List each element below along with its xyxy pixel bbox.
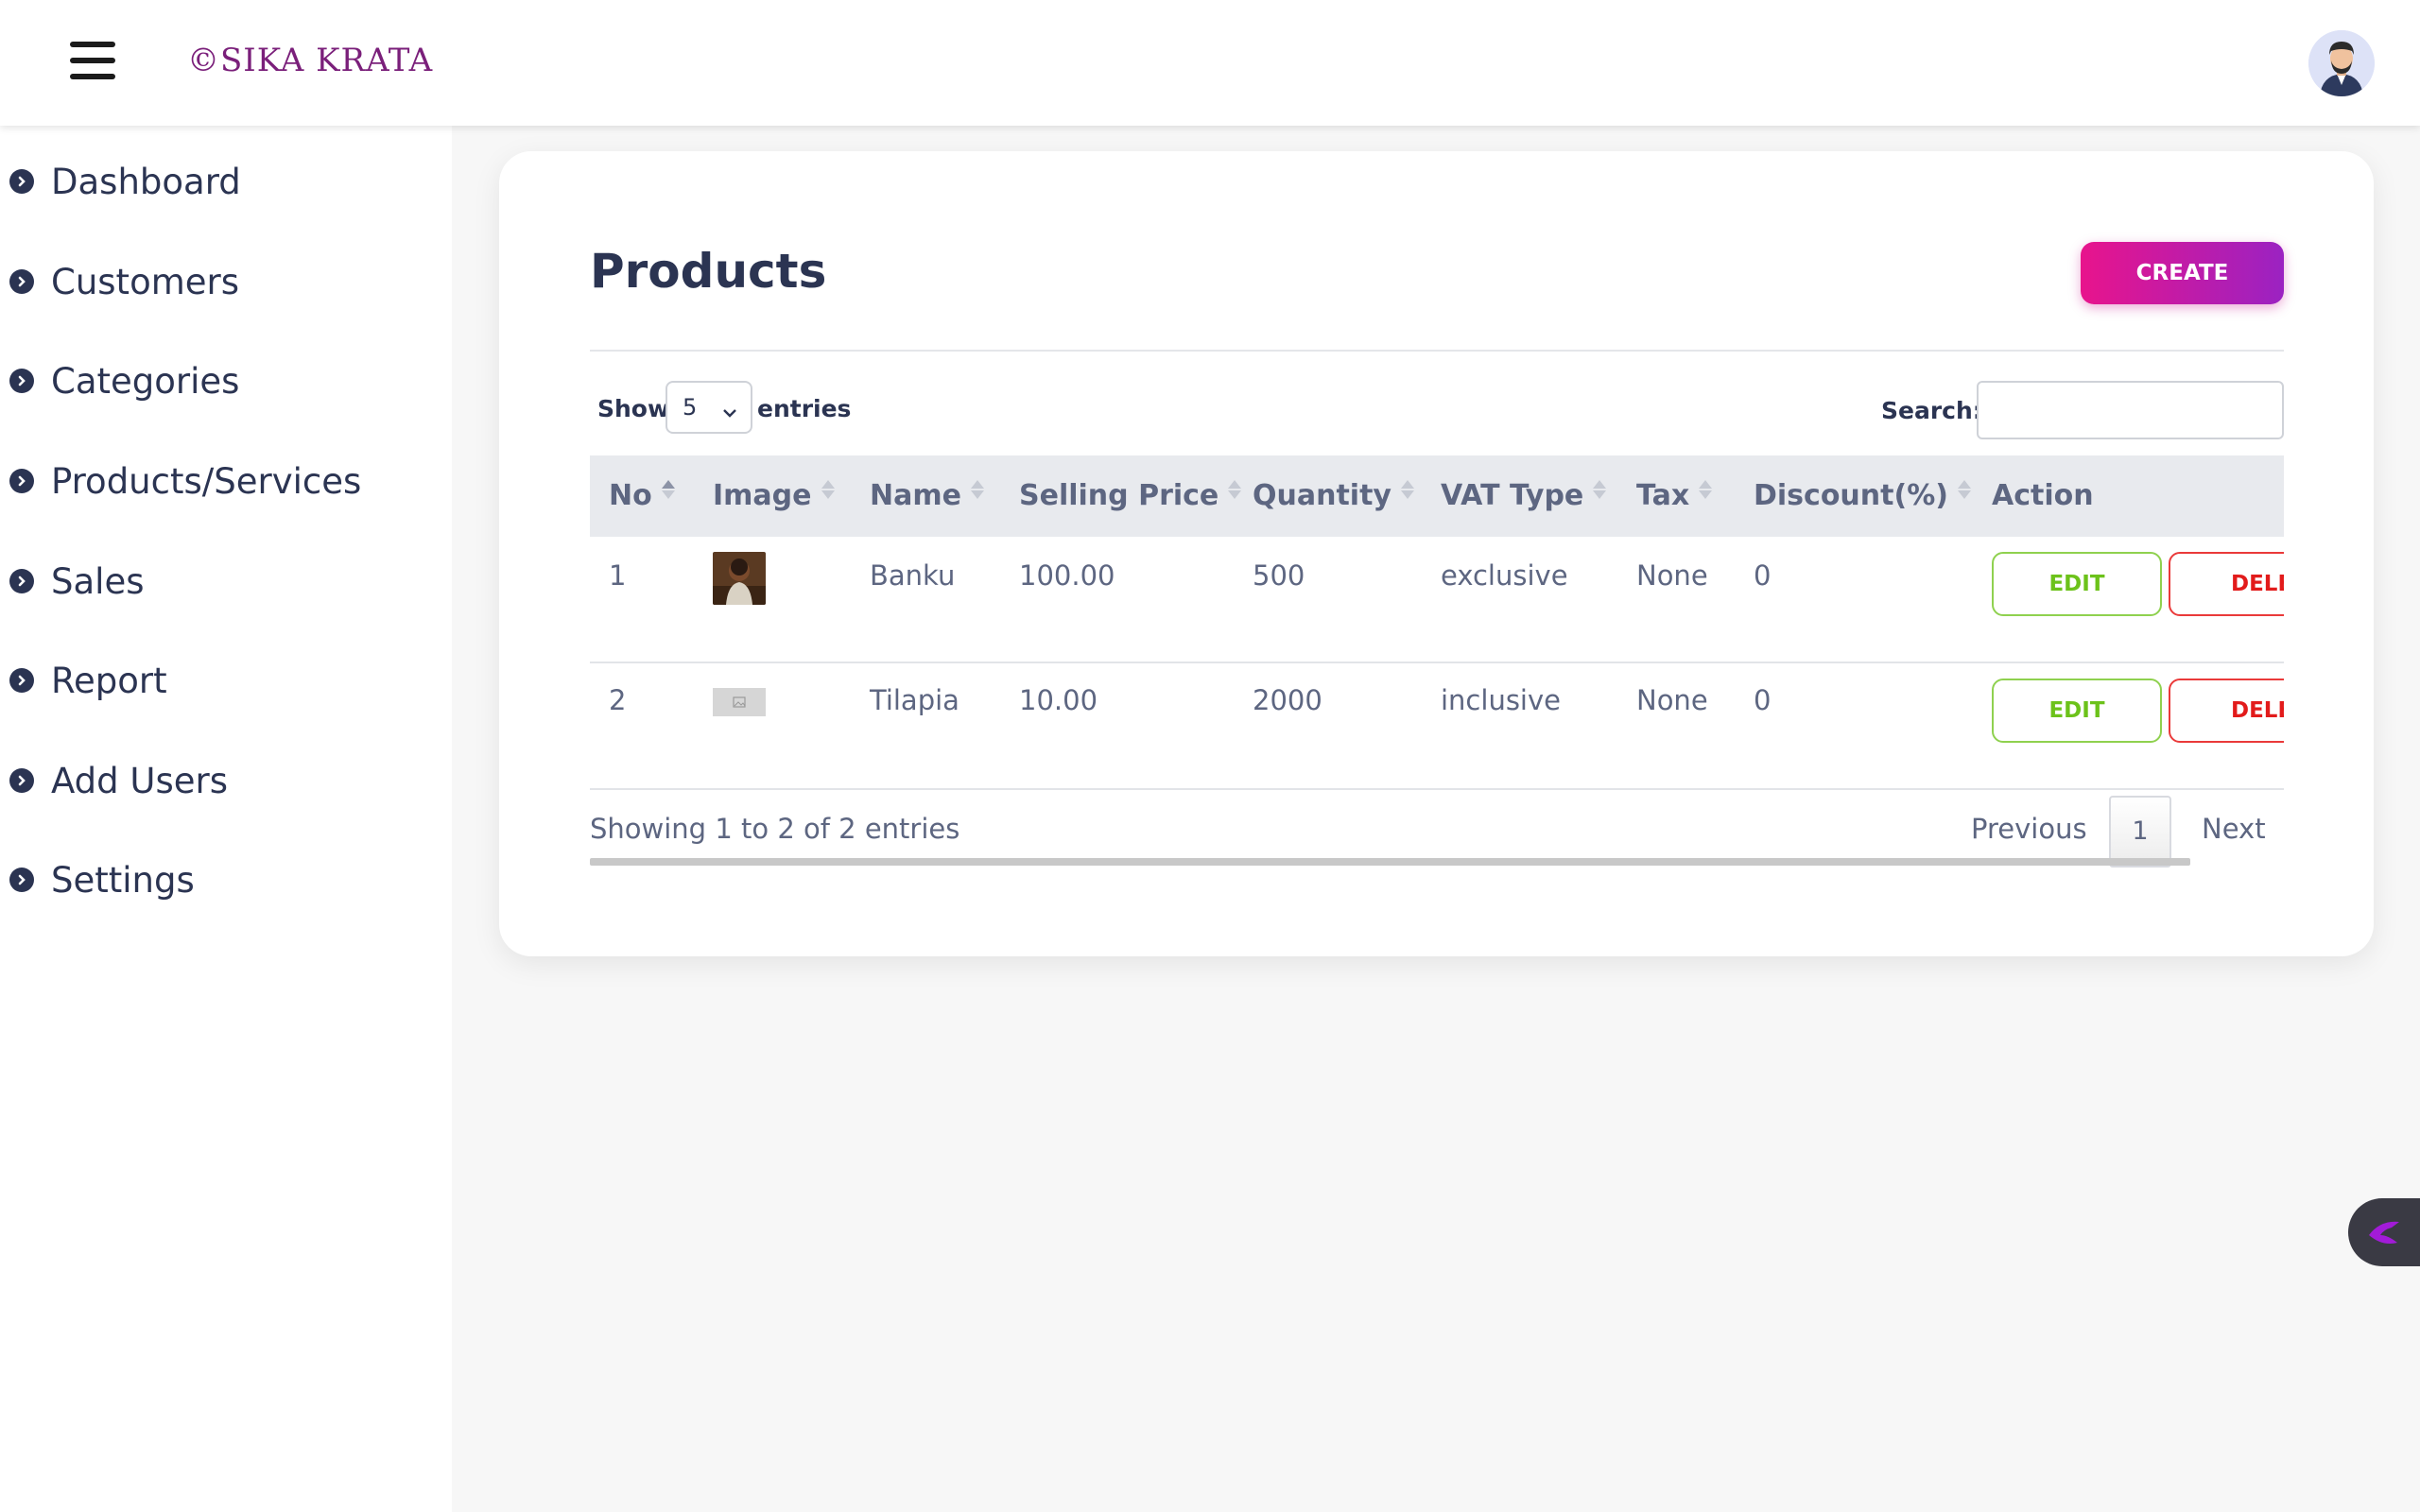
sort-icon	[1593, 478, 1607, 501]
column-header-tax[interactable]: Tax	[1636, 455, 1713, 537]
cell-no: 1	[609, 559, 627, 592]
sidebar-item-report[interactable]: Report	[9, 652, 167, 709]
sidebar-item-add-users[interactable]: Add Users	[9, 752, 228, 809]
cell-no: 2	[609, 684, 627, 716]
cell-selling-price: 10.00	[1019, 684, 1098, 716]
column-header-quantity[interactable]: Quantity	[1253, 455, 1414, 537]
table-row: 2 Tilapia 10.00 2000 inclusive None 0 ED…	[590, 663, 2284, 790]
sidebar-item-label: Categories	[51, 360, 240, 402]
pagination-next[interactable]: Next	[2202, 813, 2266, 845]
column-label: Image	[713, 479, 812, 512]
show-label: Show	[597, 395, 670, 422]
sidebar-item-products-services[interactable]: Products/Services	[9, 453, 361, 509]
edit-button[interactable]: EDIT	[1992, 679, 2162, 743]
chevron-right-icon	[9, 868, 34, 892]
sort-icon	[1400, 478, 1414, 501]
column-header-discount[interactable]: Discount(%)	[1754, 455, 1971, 537]
column-label: Action	[1992, 479, 2094, 512]
products-card: Products CREATE Show 5 entries Search: N…	[499, 151, 2374, 956]
sidebar-item-label: Dashboard	[51, 161, 241, 202]
sort-icon	[1228, 478, 1242, 501]
sidebar-item-customers[interactable]: Customers	[9, 253, 239, 310]
chevron-right-icon	[9, 169, 34, 194]
edit-button[interactable]: EDIT	[1992, 552, 2162, 616]
cell-vat-type: exclusive	[1441, 559, 1568, 592]
sort-icon	[661, 478, 675, 501]
cell-quantity: 2000	[1253, 684, 1322, 716]
column-header-image[interactable]: Image	[713, 455, 835, 537]
column-label: VAT Type	[1441, 479, 1584, 512]
column-label: Quantity	[1253, 479, 1392, 512]
entries-label: entries	[757, 395, 852, 422]
column-label: Discount(%)	[1754, 479, 1948, 512]
search-input[interactable]	[1977, 381, 2284, 439]
delete-button[interactable]: DELETE	[2169, 552, 2284, 616]
column-label: No	[609, 479, 652, 512]
table-header: No Image Name Selling Price Quantity VAT…	[590, 455, 2284, 537]
chevron-right-icon	[9, 369, 34, 393]
chevron-right-icon	[9, 469, 34, 493]
sidebar-item-label: Sales	[51, 560, 145, 602]
column-header-action: Action	[1992, 455, 2094, 537]
horizontal-scrollbar[interactable]	[590, 858, 2190, 866]
pagination-page-1[interactable]: 1	[2109, 796, 2171, 868]
entries-select-value: 5	[683, 394, 698, 421]
cell-selling-price: 100.00	[1019, 559, 1115, 592]
delete-button[interactable]: DELETE	[2169, 679, 2284, 743]
sidebar-item-settings[interactable]: Settings	[9, 851, 195, 908]
sidebar-item-label: Report	[51, 660, 167, 701]
delete-button-clip: DELETE	[2169, 679, 2284, 747]
brand-logo[interactable]: ©SIKA KRATA	[187, 42, 433, 79]
column-header-vat-type[interactable]: VAT Type	[1441, 455, 1607, 537]
avatar-icon	[2308, 30, 2375, 96]
search-label: Search:	[1881, 397, 1982, 424]
cell-tax: None	[1636, 684, 1708, 716]
sidebar-item-label: Add Users	[51, 760, 229, 801]
cell-vat-type: inclusive	[1441, 684, 1561, 716]
assistant-icon	[2369, 1221, 2399, 1244]
column-header-no[interactable]: No	[609, 455, 675, 537]
sidebar-item-label: Customers	[51, 261, 240, 302]
user-avatar[interactable]	[2308, 30, 2375, 96]
product-image	[713, 552, 766, 605]
column-header-selling-price[interactable]: Selling Price	[1019, 455, 1242, 537]
chevron-right-icon	[9, 269, 34, 294]
pagination-previous[interactable]: Previous	[1971, 813, 2087, 845]
sidebar-item-sales[interactable]: Sales	[9, 553, 144, 610]
divider	[590, 350, 2284, 352]
create-button[interactable]: CREATE	[2081, 242, 2284, 304]
cell-name: Tilapia	[870, 684, 959, 716]
column-header-name[interactable]: Name	[870, 455, 984, 537]
floating-widget-button[interactable]	[2348, 1198, 2420, 1266]
cell-name: Banku	[870, 559, 956, 592]
sort-icon	[970, 478, 984, 501]
cell-discount: 0	[1754, 684, 1772, 716]
sidebar: Dashboard Customers Categories Products/…	[0, 126, 452, 1512]
sidebar-item-categories[interactable]: Categories	[9, 352, 239, 409]
entries-select[interactable]: 5	[666, 381, 752, 434]
column-label: Name	[870, 479, 961, 512]
chevron-right-icon	[9, 668, 34, 693]
menu-icon[interactable]	[70, 42, 115, 79]
sidebar-item-dashboard[interactable]: Dashboard	[9, 153, 241, 210]
sidebar-item-label: Products/Services	[51, 460, 362, 502]
cell-discount: 0	[1754, 559, 1772, 592]
chevron-down-icon	[720, 390, 739, 439]
table-info: Showing 1 to 2 of 2 entries	[590, 813, 960, 845]
sort-icon	[1699, 478, 1713, 501]
cell-quantity: 500	[1253, 559, 1305, 592]
sidebar-item-label: Settings	[51, 859, 195, 901]
column-label: Selling Price	[1019, 479, 1219, 512]
top-bar: ©SIKA KRATA	[0, 0, 2420, 126]
delete-button-clip: DELETE	[2169, 552, 2284, 620]
page-title: Products	[590, 244, 827, 299]
table-row: 1 Banku 100.00 500 exclusive None 0 EDIT…	[590, 537, 2284, 663]
column-label: Tax	[1636, 479, 1690, 512]
chevron-right-icon	[9, 768, 34, 793]
sort-icon	[821, 478, 835, 501]
sort-icon	[1957, 478, 1971, 501]
image-placeholder-icon	[713, 688, 766, 716]
chevron-right-icon	[9, 569, 34, 593]
cell-tax: None	[1636, 559, 1708, 592]
